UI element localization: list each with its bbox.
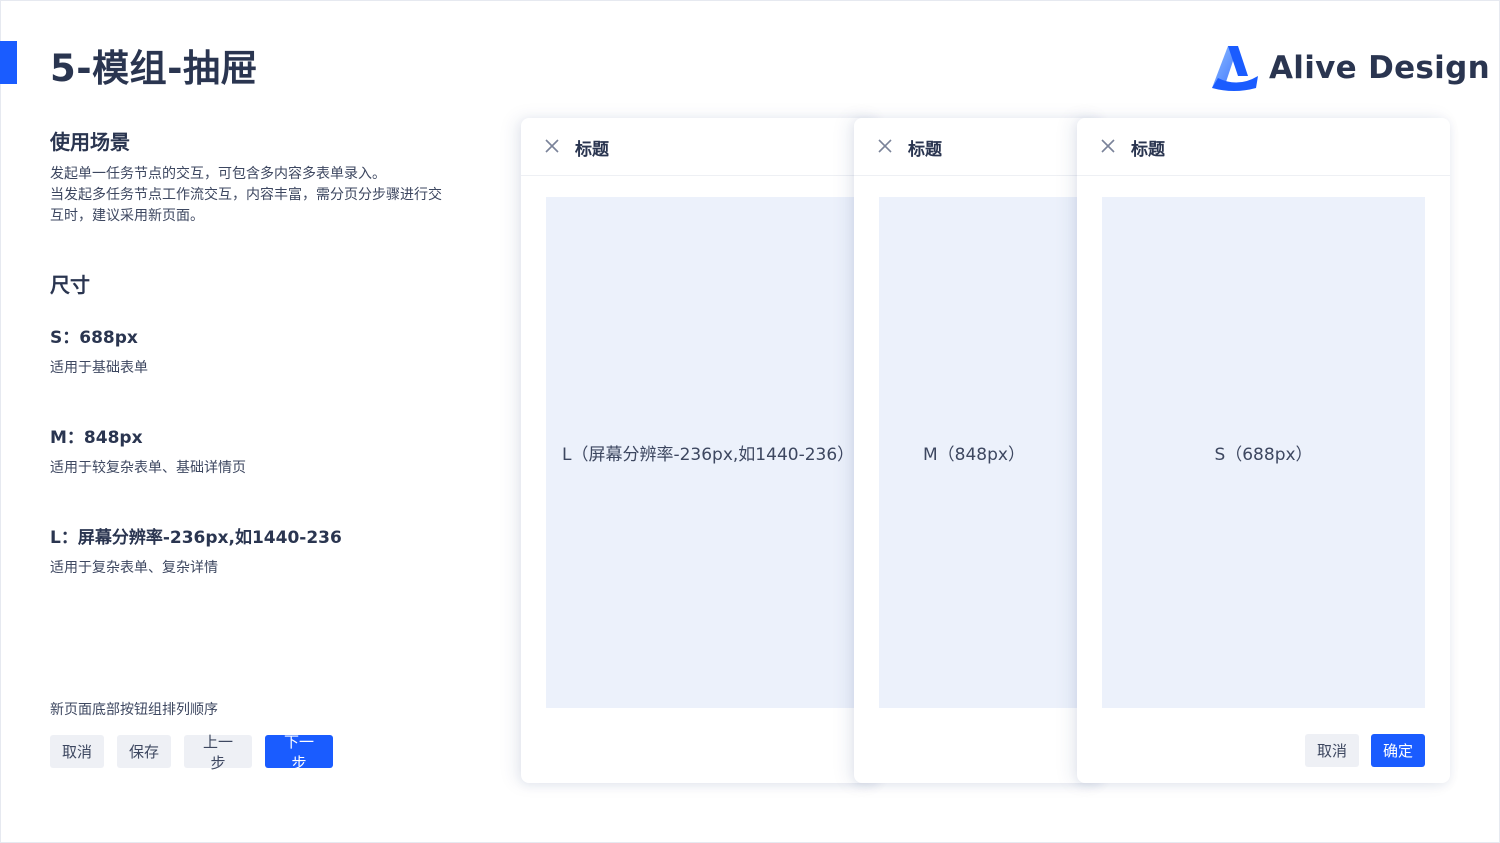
close-icon[interactable] — [1101, 139, 1115, 153]
drawer-title: 标题 — [1131, 140, 1165, 160]
brand-logo: Alive Design — [1208, 40, 1490, 94]
size-s-title: S：688px — [50, 328, 138, 348]
usage-line: 互时，建议采用新页面。 — [50, 208, 204, 224]
usage-heading: 使用场景 — [50, 130, 130, 154]
size-l-desc: 适用于复杂表单、复杂详情 — [50, 560, 218, 576]
usage-description: 发起单一任务节点的交互，可包含多内容多表单录入。 当发起多任务节点工作流交互，内… — [50, 164, 470, 227]
drawer-size-label: S（688px） — [1214, 445, 1313, 465]
drawer-content-placeholder: L（屏幕分辨率-236px,如1440-236） — [546, 197, 881, 708]
close-icon[interactable] — [545, 139, 559, 153]
size-s-desc: 适用于基础表单 — [50, 360, 148, 376]
drawer-large: 标题 L（屏幕分辨率-236px,如1440-236） — [521, 118, 881, 783]
sizes-heading: 尺寸 — [50, 273, 90, 297]
drawer-header: 标题 — [521, 118, 881, 176]
drawer-small: 标题 S（688px） 取消 确定 — [1077, 118, 1450, 783]
drawer-size-label: L（屏幕分辨率-236px,如1440-236） — [562, 445, 855, 465]
save-button[interactable]: 保存 — [117, 735, 171, 768]
page-button-group: 取消 保存 上一步 下一步 — [50, 733, 333, 772]
alive-logo-icon — [1212, 46, 1258, 91]
drawer-confirm-button[interactable]: 确定 — [1371, 734, 1425, 767]
size-m-title: M：848px — [50, 428, 143, 448]
logo-text: Alive Design — [1269, 50, 1490, 86]
button-order-caption: 新页面底部按钮组排列顺序 — [50, 702, 218, 718]
drawer-size-label: M（848px） — [923, 445, 1025, 465]
drawer-title: 标题 — [908, 140, 942, 160]
page-title: 5-模组-抽屉 — [50, 47, 258, 90]
drawer-header: 标题 — [1077, 118, 1450, 176]
prev-step-button[interactable]: 上一步 — [184, 733, 252, 772]
drawer-header: 标题 — [854, 118, 1104, 176]
drawer-cancel-button[interactable]: 取消 — [1305, 734, 1359, 767]
size-l-title: L：屏幕分辨率-236px,如1440-236 — [50, 528, 342, 548]
size-m-desc: 适用于较复杂表单、基础详情页 — [50, 460, 246, 476]
usage-line: 当发起多任务节点工作流交互，内容丰富，需分页分步骤进行交 — [50, 187, 442, 203]
cancel-button[interactable]: 取消 — [50, 735, 104, 768]
usage-line: 发起单一任务节点的交互，可包含多内容多表单录入。 — [50, 166, 386, 182]
drawer-title: 标题 — [575, 140, 609, 160]
drawer-medium: 标题 M（848px） — [854, 118, 1104, 783]
drawer-content-placeholder: S（688px） — [1102, 197, 1425, 708]
close-icon[interactable] — [878, 139, 892, 153]
next-step-button[interactable]: 下一步 — [265, 733, 333, 772]
title-accent-bar — [0, 41, 17, 84]
drawer-footer: 取消 确定 — [1305, 734, 1425, 767]
drawer-content-placeholder: M（848px） — [879, 197, 1102, 708]
